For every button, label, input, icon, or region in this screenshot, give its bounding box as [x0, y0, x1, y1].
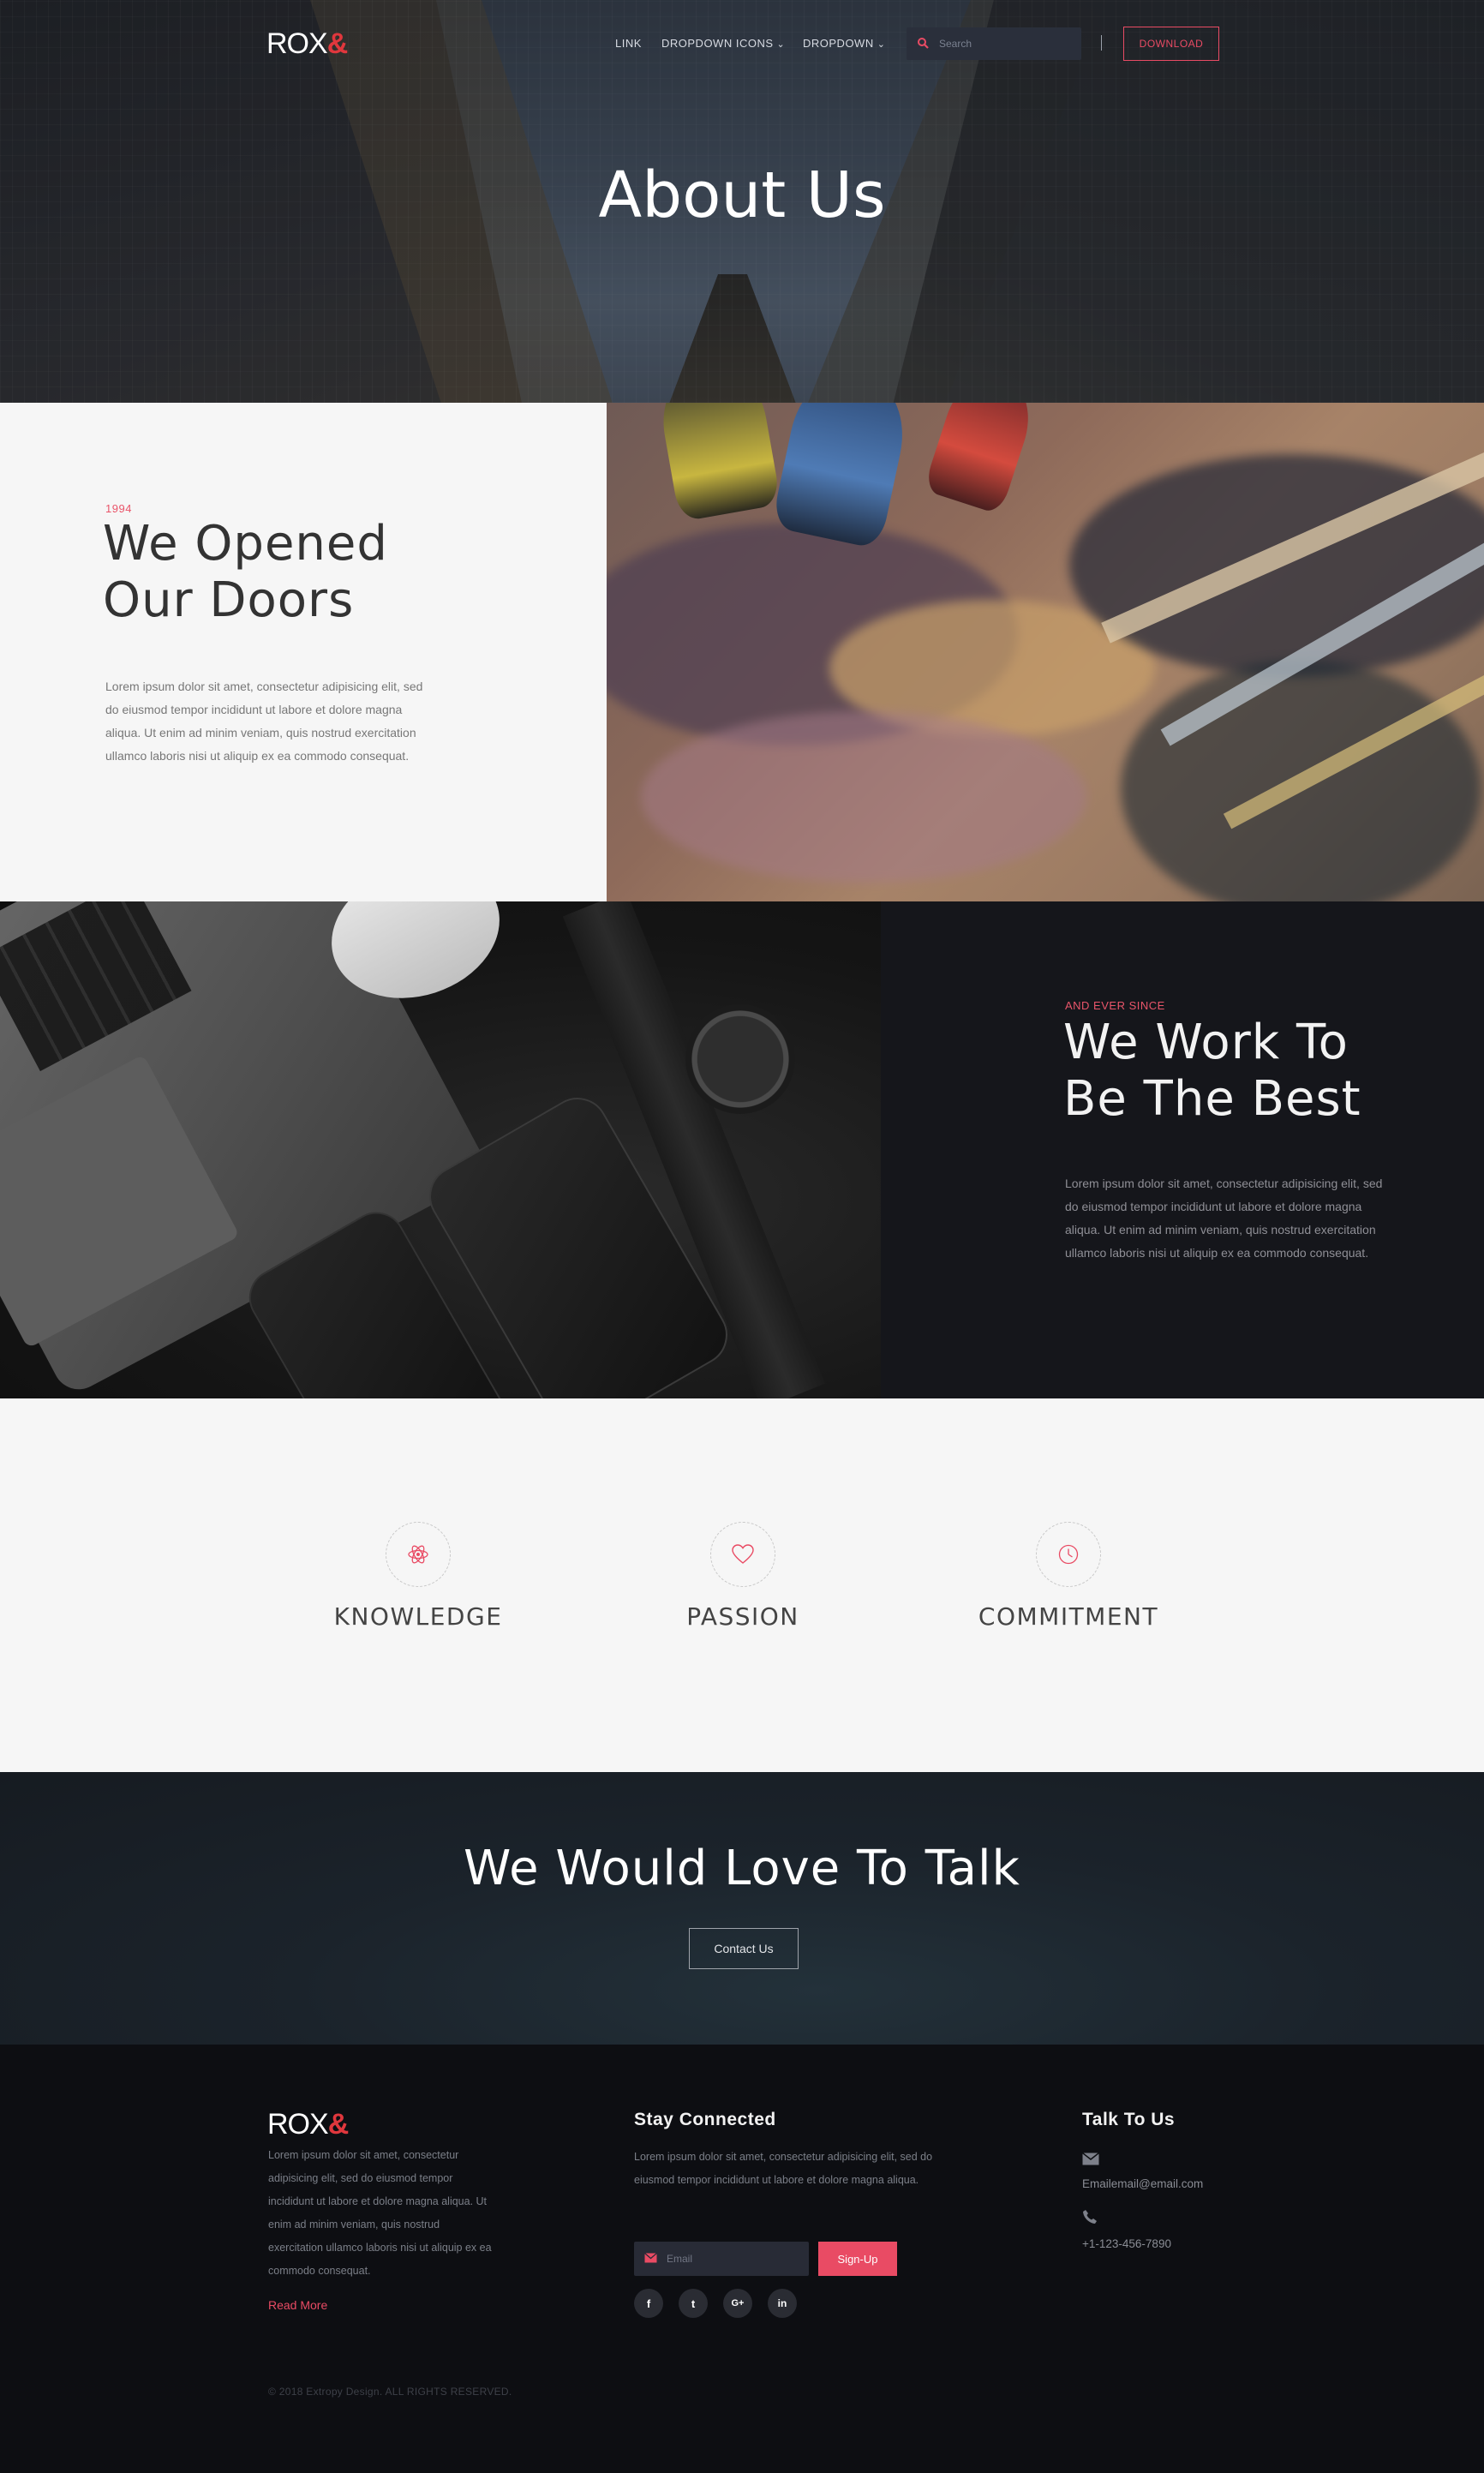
value-label: KNOWLEDGE: [333, 1602, 503, 1631]
value-label: PASSION: [686, 1602, 799, 1631]
value-icon-ring: [1036, 1522, 1101, 1587]
nav-dropdown[interactable]: DROPDOWN ⌄: [803, 37, 885, 50]
value-passion: PASSION: [631, 1522, 854, 1631]
paint-tube-red: [923, 403, 1040, 516]
nav-link-label: LINK: [615, 37, 642, 50]
newsletter-email-box: [634, 2242, 809, 2276]
hero-section: ROX& LINK DROPDOWN ICONS⌄ DROPDOWN⌄ DOWN…: [0, 0, 1484, 403]
search-box: [907, 27, 1081, 60]
best-heading-line2: Be The Best: [1063, 1071, 1361, 1127]
best-heading: We Work To Be The Best: [1063, 1015, 1423, 1128]
stay-connected-text: Lorem ipsum dolor sit amet, consectetur …: [634, 2151, 933, 2186]
atom-icon: [408, 1545, 428, 1564]
logo-ampersand: &: [327, 2108, 350, 2141]
chevron-down-icon: ⌄: [776, 39, 786, 50]
envelope-icon: [644, 2253, 657, 2263]
nav-dropdown-icons[interactable]: DROPDOWN ICONS ⌄: [661, 37, 785, 50]
google-plus-icon[interactable]: G+: [723, 2289, 752, 2318]
contact-phone[interactable]: +1-123-456-7890: [1082, 2237, 1171, 2250]
opened-section: 1994 We Opened Our Doors Lorem ipsum dolo…: [0, 403, 1484, 901]
best-section: AND EVER SINCE We Work To Be The Best Lor…: [0, 901, 1484, 1398]
watch-face: [685, 1004, 795, 1114]
brand-logo[interactable]: ROX&: [266, 27, 349, 61]
best-kicker: AND EVER SINCE: [1065, 999, 1165, 1012]
opened-heading: We Opened Our Doors: [103, 516, 583, 629]
opened-kicker: 1994: [105, 502, 132, 515]
paint-tube-blue: [770, 403, 914, 550]
paint-brushes-image: [607, 403, 1484, 901]
nav-dropdown-label: DROPDOWN: [803, 37, 874, 50]
newsletter-email-input[interactable]: [667, 2242, 804, 2276]
linkedin-icon[interactable]: in: [768, 2289, 797, 2318]
value-icon-ring: [710, 1522, 775, 1587]
chevron-down-icon: ⌄: [877, 39, 886, 50]
cta-section: We Would Love To Talk Contact Us: [0, 1772, 1484, 2045]
search-icon: [918, 38, 929, 49]
download-button[interactable]: DOWNLOAD: [1123, 27, 1219, 61]
page-title: About Us: [598, 159, 886, 232]
logo-ampersand: &: [326, 27, 349, 60]
cta-title: We Would Love To Talk: [464, 1841, 1020, 1896]
paint-tube-yellow: [655, 403, 781, 523]
search-input[interactable]: [939, 27, 1076, 60]
best-heading-line1: We Work To: [1063, 1015, 1349, 1070]
value-label: COMMITMENT: [978, 1602, 1159, 1631]
signup-button[interactable]: Sign-Up: [818, 2242, 897, 2276]
paint-smear: [641, 711, 1086, 883]
value-knowledge: KNOWLEDGE: [307, 1522, 530, 1631]
footer-about-text: Lorem ipsum dolor sit amet, consectetur …: [268, 2149, 492, 2277]
value-icon-ring: [386, 1522, 451, 1587]
twitter-icon[interactable]: t: [679, 2289, 708, 2318]
opened-heading-line1: We Opened: [103, 516, 388, 572]
nav-dropdown-icons-label: DROPDOWN ICONS: [661, 37, 774, 50]
top-navbar: ROX& LINK DROPDOWN ICONS⌄ DROPDOWN⌄ DOWN…: [0, 0, 1484, 86]
contact-email[interactable]: Emailemail@email.com: [1082, 2177, 1203, 2190]
clock-icon: [1058, 1544, 1079, 1565]
phone-icon: [1083, 2210, 1097, 2224]
stay-connected-heading: Stay Connected: [634, 2110, 776, 2129]
contact-us-button[interactable]: Contact Us: [689, 1928, 799, 1969]
copyright-text: © 2018 Extropy Design. ALL RIGHTS RESERV…: [268, 2386, 512, 2398]
nav-link[interactable]: LINK: [615, 37, 642, 50]
envelope-icon: [1082, 2153, 1099, 2165]
best-paragraph: Lorem ipsum dolor sit amet, consectetur …: [1065, 1177, 1383, 1260]
facebook-icon[interactable]: f: [634, 2289, 663, 2318]
desk-devices-image: [0, 901, 881, 1398]
site-footer: ROX& Lorem ipsum dolor sit amet, consect…: [0, 2045, 1484, 2473]
nav-divider: [1101, 35, 1102, 51]
footer-logo[interactable]: ROX&: [267, 2108, 350, 2141]
logo-text: ROX: [267, 2108, 329, 2141]
heart-icon: [732, 1544, 754, 1564]
talk-to-us-heading: Talk To Us: [1082, 2110, 1176, 2129]
read-more-link[interactable]: Read More: [268, 2298, 327, 2312]
values-section: KNOWLEDGE PASSION COMMITMENT: [0, 1398, 1484, 1772]
opened-paragraph: Lorem ipsum dolor sit amet, consectetur …: [105, 680, 423, 763]
logo-text: ROX: [266, 27, 328, 60]
opened-heading-line2: Our Doors: [103, 572, 355, 628]
value-commitment: COMMITMENT: [957, 1522, 1180, 1631]
